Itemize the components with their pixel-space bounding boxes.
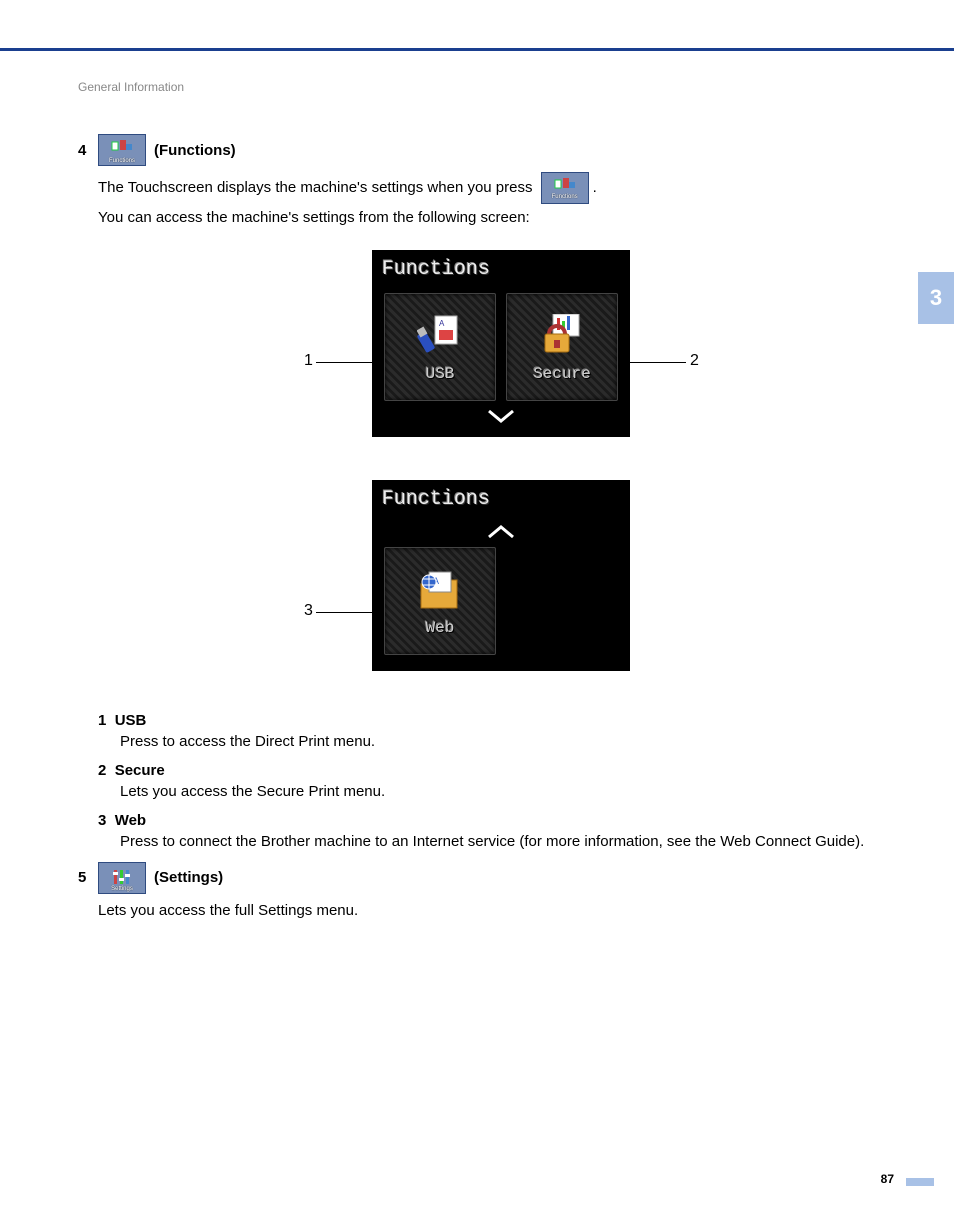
icon-caption: Functions <box>109 158 135 164</box>
step-5-header: 5 Settings (Settings) <box>78 862 878 894</box>
step-4-header: 4 Functions (Functions) <box>78 134 878 166</box>
svg-text:A: A <box>439 319 445 328</box>
settings-icon: Settings <box>98 862 146 894</box>
step-title: (Functions) <box>154 142 236 159</box>
scroll-up-icon[interactable] <box>374 517 628 541</box>
icon-caption: Settings <box>111 886 133 892</box>
step-number: 4 <box>78 142 98 159</box>
secure-tile[interactable]: Secure <box>506 293 618 401</box>
paragraph: You can access the machine's settings fr… <box>98 207 878 230</box>
functions-icon: Functions <box>541 172 589 204</box>
definition-list: 1 USB Press to access the Direct Print m… <box>98 712 878 852</box>
text: . <box>593 179 597 196</box>
list-item: 2 Secure Lets you access the Secure Prin… <box>98 762 878 802</box>
callout-2: 2 <box>690 352 699 370</box>
callout-line <box>316 612 372 614</box>
step-title: (Settings) <box>154 869 223 886</box>
touchscreen: Functions A USB <box>372 250 630 437</box>
figure-1: 1 Functions A USB <box>98 250 738 460</box>
chapter-tab: 3 <box>918 272 954 324</box>
step-number: 5 <box>78 869 98 886</box>
tile-label: Secure <box>533 365 591 383</box>
usb-icon: A <box>416 311 464 359</box>
web-icon: A <box>416 565 464 613</box>
li-body: Press to access the Direct Print menu. <box>120 731 878 752</box>
paragraph: Lets you access the full Settings menu. <box>98 900 878 923</box>
list-item: 1 USB Press to access the Direct Print m… <box>98 712 878 752</box>
li-title: Secure <box>115 762 165 779</box>
screen-title: Functions <box>374 252 628 287</box>
page-accent <box>906 1178 934 1186</box>
li-title: USB <box>115 712 147 729</box>
callout-line <box>630 362 686 364</box>
callout-1: 1 <box>304 352 313 370</box>
scroll-down-icon[interactable] <box>374 405 628 435</box>
callout-3: 3 <box>304 602 313 620</box>
screen-title: Functions <box>374 482 628 517</box>
secure-icon <box>538 311 586 359</box>
li-body: Press to connect the Brother machine to … <box>120 831 878 852</box>
page-content: General Information 4 Functions (Functio… <box>78 80 878 925</box>
touchscreen: Functions A Web <box>372 480 630 671</box>
tile-label: Web <box>426 619 455 637</box>
usb-tile[interactable]: A USB <box>384 293 496 401</box>
web-tile[interactable]: A Web <box>384 547 496 655</box>
breadcrumb: General Information <box>78 80 878 94</box>
header-rule <box>0 48 954 51</box>
li-title: Web <box>115 812 146 829</box>
page-number: 87 <box>881 1172 894 1186</box>
figure-2: 3 Functions A <box>98 480 738 690</box>
icon-caption: Functions <box>552 193 578 202</box>
li-num: 1 <box>98 712 106 729</box>
li-num: 3 <box>98 812 106 829</box>
functions-icon: Functions <box>98 134 146 166</box>
li-num: 2 <box>98 762 106 779</box>
callout-line <box>316 362 372 364</box>
tile-label: USB <box>426 365 455 383</box>
paragraph: The Touchscreen displays the machine's s… <box>98 172 878 204</box>
text: The Touchscreen displays the machine's s… <box>98 179 537 196</box>
list-item: 3 Web Press to connect the Brother machi… <box>98 812 878 852</box>
li-body: Lets you access the Secure Print menu. <box>120 781 878 802</box>
